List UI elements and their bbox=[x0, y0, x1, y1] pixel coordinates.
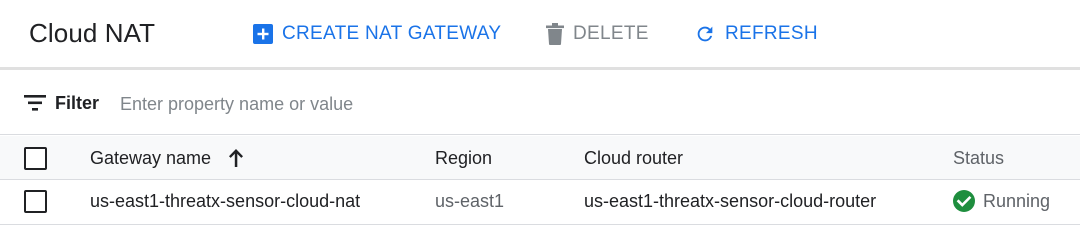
refresh-label: REFRESH bbox=[725, 23, 818, 44]
column-header-cloud-router[interactable]: Cloud router bbox=[584, 148, 683, 169]
region-cell: us-east1 bbox=[435, 191, 505, 211]
filter-label[interactable]: Filter bbox=[55, 93, 99, 114]
delete-label: DELETE bbox=[573, 23, 649, 44]
check-circle-icon bbox=[953, 190, 975, 212]
filter-bar: Filter bbox=[0, 73, 1080, 135]
table-row[interactable]: us-east1-threatx-sensor-cloud-nat us-eas… bbox=[0, 180, 1080, 225]
row-checkbox[interactable] bbox=[24, 190, 47, 213]
trash-icon bbox=[546, 23, 564, 45]
filter-icon[interactable] bbox=[24, 94, 46, 117]
select-all-checkbox[interactable] bbox=[24, 147, 47, 170]
filter-input[interactable] bbox=[110, 87, 710, 121]
delete-button[interactable]: DELETE bbox=[546, 21, 649, 47]
action-bar: Cloud NAT CREATE NAT GATEWAY DELETE REFR… bbox=[0, 0, 1080, 70]
refresh-button[interactable]: REFRESH bbox=[694, 21, 818, 47]
column-header-region[interactable]: Region bbox=[435, 148, 492, 169]
create-nat-gateway-button[interactable]: CREATE NAT GATEWAY bbox=[253, 21, 501, 47]
add-box-icon bbox=[253, 24, 273, 44]
status-label: Running bbox=[983, 190, 1051, 211]
gateway-name-cell[interactable]: us-east1-threatx-sensor-cloud-nat bbox=[90, 191, 360, 212]
refresh-icon bbox=[694, 23, 716, 45]
cloud-router-cell[interactable]: us-east1-threatx-sensor-cloud-router bbox=[584, 191, 876, 212]
page-title: Cloud NAT bbox=[29, 18, 156, 48]
create-nat-gateway-label: CREATE NAT GATEWAY bbox=[282, 23, 502, 44]
cloud-nat-page: Cloud NAT CREATE NAT GATEWAY DELETE REFR… bbox=[0, 0, 1080, 252]
arrow-up-icon[interactable] bbox=[226, 148, 246, 173]
column-header-status[interactable]: Status bbox=[953, 148, 1004, 169]
table-header: Gateway name Region Cloud router Status bbox=[0, 136, 1080, 180]
status-cell: Running bbox=[953, 190, 1050, 212]
column-header-gateway-name[interactable]: Gateway name bbox=[90, 148, 211, 169]
